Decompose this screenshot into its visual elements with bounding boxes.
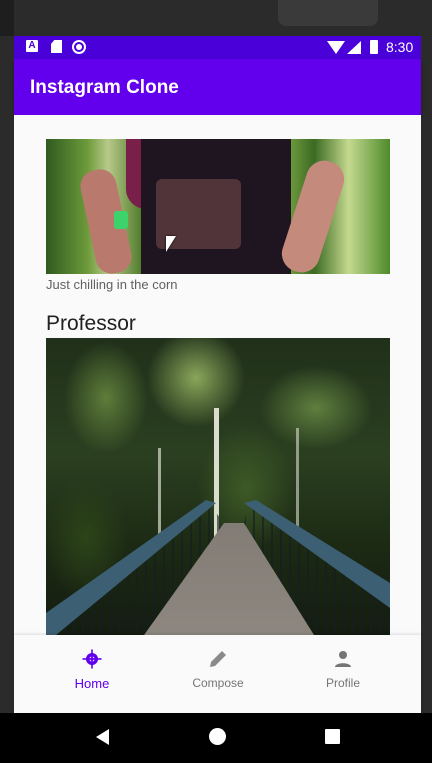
back-icon[interactable] [96,729,109,745]
feed[interactable]: Just chilling in the corn Professor [14,115,421,635]
wifi-icon [327,41,345,54]
device-frame-edge [0,0,14,36]
pencil-icon [208,649,228,669]
device-speaker [278,0,378,26]
nav-home-button[interactable]: Home [32,649,152,699]
status-time: 8:30 [386,39,414,55]
app-bar: Instagram Clone [14,59,421,115]
mouse-cursor-icon [166,236,176,252]
device-frame-left [0,36,14,713]
sd-card-icon [51,40,62,53]
nav-home-label: Home [74,676,110,691]
app-title: Instagram Clone [30,77,179,98]
circle-notification-icon [72,40,86,54]
nav-profile-button[interactable]: Profile [283,649,403,699]
image-detail [296,428,299,538]
a-notification-icon: A [26,40,38,52]
person-icon [333,649,353,669]
battery-icon [370,40,378,54]
nav-profile-label: Profile [325,676,360,690]
home-crosshair-icon [82,649,102,669]
recents-icon[interactable] [325,729,340,744]
post-username[interactable]: Professor [46,312,136,336]
device-frame-right [421,36,432,713]
status-bar: A 8:30 [14,36,421,59]
image-detail [158,448,161,538]
nav-compose-button[interactable]: Compose [158,649,278,699]
post-image[interactable] [46,139,390,274]
image-detail [114,211,128,229]
signal-icon [347,41,361,54]
nav-compose-label: Compose [192,676,244,690]
system-navigation-bar [0,713,432,763]
home-icon[interactable] [209,728,226,745]
bottom-navigation: Home Compose Profile [14,635,421,713]
post-caption: Just chilling in the corn [46,277,178,292]
device-frame-top [0,0,432,36]
post-image[interactable] [46,338,390,635]
